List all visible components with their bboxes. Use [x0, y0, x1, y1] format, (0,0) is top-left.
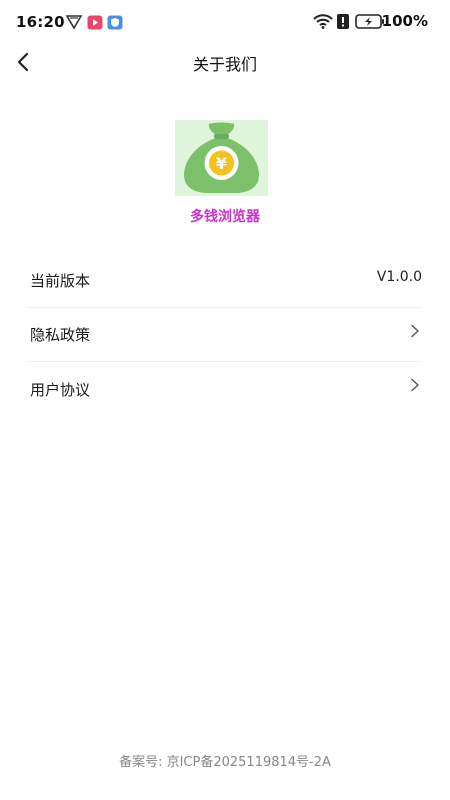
- row-label: 用户协议: [30, 380, 91, 399]
- chevron-right-icon: [411, 324, 419, 337]
- status-time: 16:20: [16, 13, 65, 31]
- yen-symbol: ¥: [216, 154, 227, 173]
- row-label: 隐私政策: [30, 326, 91, 344]
- alert-icon: [337, 14, 349, 29]
- row-privacy-policy[interactable]: 隐私政策: [28, 308, 422, 362]
- icp-record: 备案号: 京ICP备2025119814号-2A: [119, 755, 331, 770]
- money-bag-icon: ¥: [175, 120, 268, 196]
- nav-bar: 关于我们: [0, 40, 450, 84]
- video-app-icon: [87, 15, 103, 30]
- battery-percent: 100%: [381, 12, 428, 30]
- row-current-version: 当前版本 V1.0.0: [28, 254, 422, 308]
- version-value: V1.0.0: [376, 268, 422, 285]
- app-name: 多钱浏览器: [190, 209, 260, 225]
- screen: 16:20 100% 关于我们 ¥ 多钱浏览器 当前版本 V1.0.0 隐私政策…: [0, 0, 450, 800]
- vpn-icon: [66, 15, 82, 29]
- row-user-agreement[interactable]: 用户协议: [28, 362, 422, 416]
- status-bar: 16:20 100%: [0, 0, 450, 44]
- wifi-icon: [313, 14, 333, 29]
- shield-app-icon: [107, 15, 123, 30]
- row-label: 当前版本: [30, 272, 91, 290]
- about-list: 当前版本 V1.0.0 隐私政策 用户协议: [28, 254, 422, 416]
- page-title: 关于我们: [192, 55, 257, 74]
- chevron-right-icon: [411, 378, 419, 392]
- battery-icon: [355, 14, 384, 29]
